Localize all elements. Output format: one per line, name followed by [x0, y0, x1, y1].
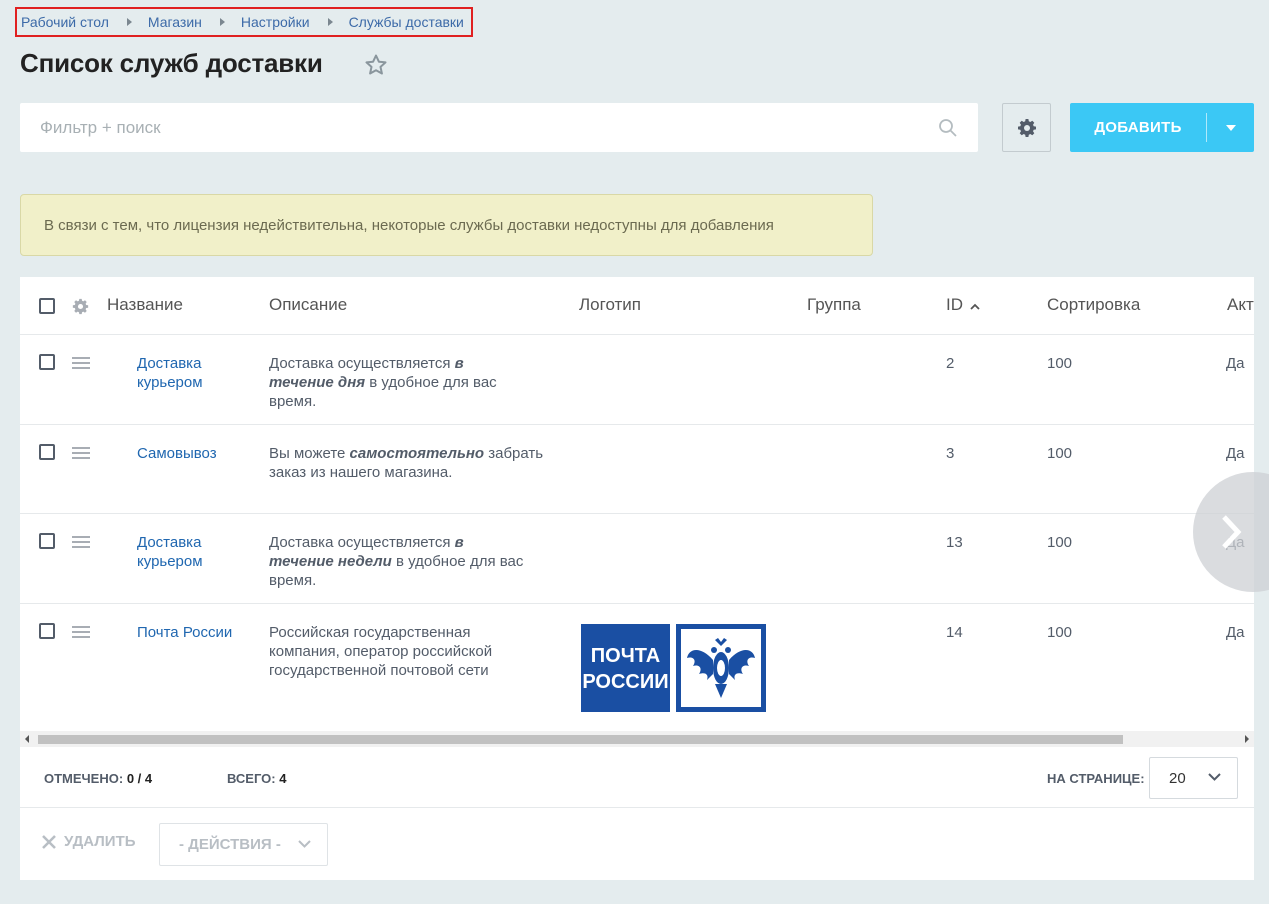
breadcrumb-separator-icon [126, 18, 132, 26]
svg-text:ПОЧТА: ПОЧТА [591, 645, 660, 667]
drag-handle-icon[interactable] [72, 447, 90, 459]
row-active: Да [1226, 445, 1245, 462]
delete-button[interactable]: УДАЛИТЬ [42, 833, 136, 850]
add-button[interactable]: ДОБАВИТЬ [1070, 103, 1254, 152]
column-header-active[interactable]: Акт [1227, 295, 1254, 315]
column-header-description[interactable]: Описание [269, 295, 347, 315]
per-page-label: НА СТРАНИЦЕ: [1047, 771, 1145, 786]
search-input[interactable] [20, 103, 900, 152]
column-header-name[interactable]: Название [107, 295, 183, 315]
row-active: Да [1226, 624, 1245, 641]
table-row[interactable]: Доставка курьером Доставка осуществляетс… [20, 514, 1254, 604]
scroll-right-arrow-icon[interactable] [1245, 735, 1249, 743]
breadcrumb-delivery-services[interactable]: Службы доставки [349, 14, 464, 30]
per-page-value: 20 [1169, 769, 1186, 787]
breadcrumb-separator-icon [327, 18, 333, 26]
row-name-link[interactable]: Доставка курьером [137, 533, 247, 571]
actions-label: - ДЕЙСТВИЯ - [179, 836, 281, 853]
row-description: Вы можете самостоятельно забрать заказ и… [269, 445, 544, 481]
star-icon[interactable] [364, 53, 388, 77]
table-row[interactable]: Самовывоз Вы можете самостоятельно забра… [20, 425, 1254, 514]
row-description: Российская государственная компания, опе… [269, 624, 493, 679]
row-sort: 100 [1047, 355, 1073, 372]
close-icon [42, 834, 56, 849]
table-row[interactable]: Доставка курьером Доставка осуществляетс… [20, 335, 1254, 425]
row-id: 2 [946, 355, 955, 372]
column-header-sort[interactable]: Сортировка [1047, 295, 1140, 315]
license-warning-alert: В связи с тем, что лицензия недействител… [20, 194, 873, 256]
row-description: Доставка осуществляется в течение дня в … [269, 355, 497, 410]
scroll-left-arrow-icon[interactable] [25, 735, 29, 743]
column-header-logo[interactable]: Логотип [579, 295, 641, 315]
select-all-checkbox[interactable] [39, 298, 55, 314]
per-page-select[interactable]: 20 [1149, 757, 1238, 799]
add-button-label: ДОБАВИТЬ [1094, 119, 1182, 136]
row-id: 13 [946, 534, 963, 551]
row-id: 3 [946, 445, 955, 462]
row-id: 14 [946, 624, 963, 641]
actions-select[interactable]: - ДЕЙСТВИЯ - [159, 823, 328, 866]
total-count: ВСЕГО: 4 [227, 771, 287, 786]
drag-handle-icon[interactable] [72, 626, 90, 638]
russian-post-logo: ПОЧТА РОССИИ [581, 624, 766, 712]
column-header-group[interactable]: Группа [807, 295, 861, 315]
delivery-services-table: Название Описание Логотип Группа ID Сорт… [20, 277, 1254, 880]
row-checkbox[interactable] [39, 354, 55, 370]
table-footer: ОТМЕЧЕНО: 0 / 4 ВСЕГО: 4 НА СТРАНИЦЕ: 20 [20, 747, 1254, 808]
caret-down-icon [1225, 124, 1236, 131]
column-settings-gear-icon[interactable] [72, 298, 89, 315]
row-checkbox[interactable] [39, 444, 55, 460]
scrollbar-thumb[interactable] [38, 735, 1123, 744]
svg-text:РОССИИ: РОССИИ [582, 671, 668, 693]
table-header: Название Описание Логотип Группа ID Сорт… [20, 277, 1254, 335]
alert-text: В связи с тем, что лицензия недействител… [44, 216, 774, 234]
breadcrumb-settings[interactable]: Настройки [241, 14, 310, 30]
breadcrumb-separator-icon [219, 18, 225, 26]
chevron-down-icon [298, 840, 311, 848]
row-description: Доставка осуществляется в течение недели… [269, 534, 524, 589]
row-sort: 100 [1047, 624, 1073, 641]
drag-handle-icon[interactable] [72, 536, 90, 548]
breadcrumb-desktop[interactable]: Рабочий стол [21, 14, 109, 30]
row-active: Да [1226, 355, 1245, 372]
row-sort: 100 [1047, 534, 1073, 551]
selected-count: ОТМЕЧЕНО: 0 / 4 [44, 771, 153, 786]
sort-ascending-icon[interactable] [970, 303, 980, 310]
row-name-link[interactable]: Самовывоз [137, 444, 247, 463]
table-row[interactable]: Почта России Российская государственная … [20, 604, 1254, 731]
add-dropdown-toggle[interactable] [1207, 124, 1254, 131]
row-name-link[interactable]: Доставка курьером [137, 354, 247, 392]
row-checkbox[interactable] [39, 623, 55, 639]
gear-icon [1017, 118, 1036, 137]
breadcrumb: Рабочий стол Магазин Настройки Службы до… [15, 7, 473, 37]
settings-button[interactable] [1002, 103, 1051, 152]
page-title: Список служб доставки [20, 48, 323, 78]
search-icon[interactable] [938, 118, 958, 138]
row-checkbox[interactable] [39, 533, 55, 549]
column-header-id[interactable]: ID [946, 295, 963, 315]
delete-label: УДАЛИТЬ [64, 833, 136, 850]
row-sort: 100 [1047, 445, 1073, 462]
filter-search-box[interactable] [20, 103, 978, 152]
row-name-link[interactable]: Почта России [137, 623, 247, 642]
chevron-right-icon [1222, 515, 1242, 549]
horizontal-scrollbar[interactable] [20, 731, 1254, 747]
drag-handle-icon[interactable] [72, 357, 90, 369]
breadcrumb-shop[interactable]: Магазин [148, 14, 202, 30]
chevron-down-icon [1208, 773, 1221, 781]
